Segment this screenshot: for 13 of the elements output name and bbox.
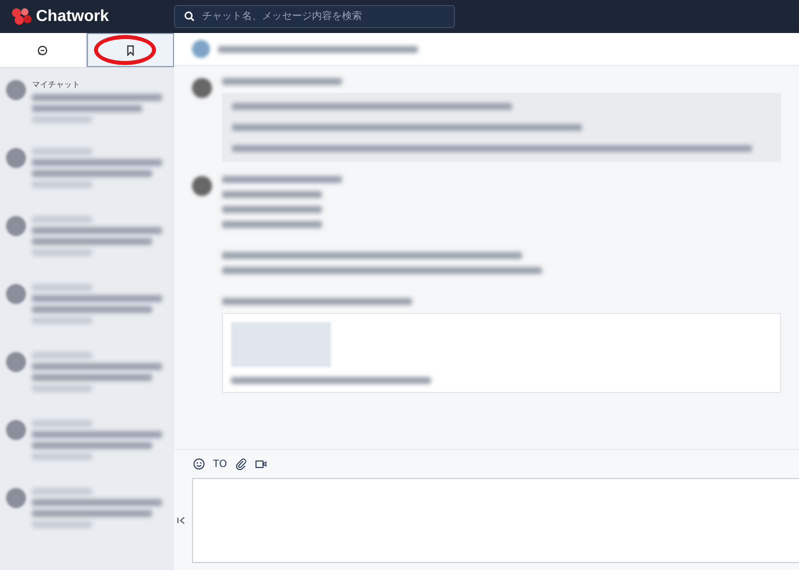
logo-icon xyxy=(11,7,33,26)
app-logo[interactable]: Chatwork xyxy=(36,8,109,26)
bookmark-icon xyxy=(126,44,135,56)
message-input[interactable] xyxy=(192,478,799,563)
collapse-icon[interactable] xyxy=(177,516,186,525)
smiley-icon[interactable] xyxy=(193,456,205,472)
search-icon xyxy=(184,11,195,22)
search-field[interactable]: チャット名、メッセージ内容を検索 xyxy=(174,5,455,28)
room-avatar xyxy=(192,40,210,58)
chat-list-item[interactable]: マイチャット xyxy=(0,76,174,144)
to-button[interactable]: TO xyxy=(213,456,227,472)
paperclip-icon[interactable] xyxy=(234,456,247,472)
bookmark-tab[interactable] xyxy=(86,33,174,67)
